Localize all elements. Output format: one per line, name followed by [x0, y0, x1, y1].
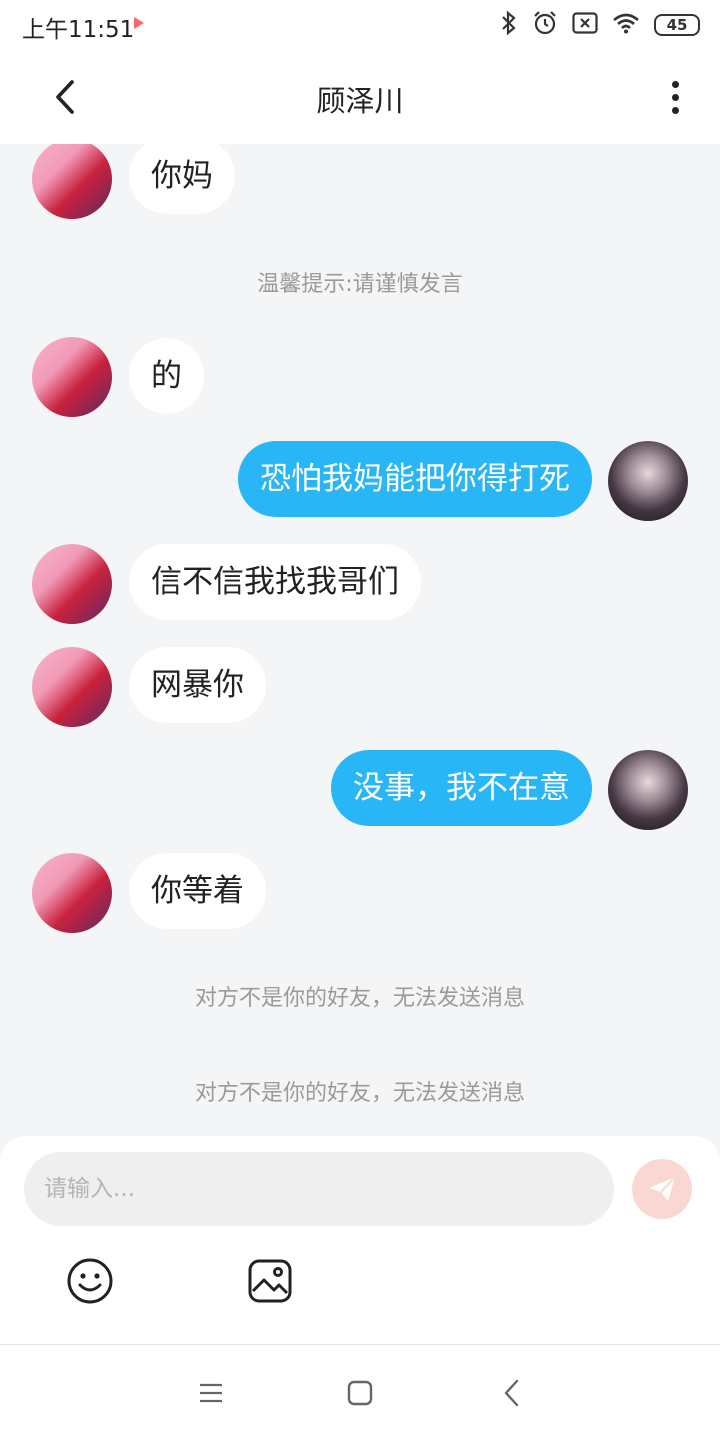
back-icon [504, 1379, 519, 1407]
image-button[interactable] [245, 1256, 295, 1306]
message-bubble-outgoing[interactable]: 恐怕我妈能把你得打死 [238, 441, 592, 517]
message-bubble-incoming[interactable]: 的 [129, 338, 204, 414]
more-options-button[interactable] [660, 72, 690, 122]
contact-avatar[interactable] [32, 853, 112, 933]
home-button[interactable] [342, 1375, 378, 1411]
system-notice: 温馨提示:请谨慎发言 [257, 272, 463, 297]
menu-button[interactable] [193, 1375, 229, 1411]
contact-avatar[interactable] [32, 544, 112, 624]
alarm-icon [532, 10, 558, 40]
menu-icon [200, 1383, 222, 1403]
emoji-button[interactable] [65, 1256, 115, 1306]
status-time: 上午11:51 [22, 17, 135, 43]
system-notice: 对方不是你的好友，无法发送消息 [194, 1081, 525, 1106]
battery-icon: 45 [654, 14, 700, 36]
home-icon [347, 1380, 373, 1406]
bluetooth-icon [500, 10, 518, 40]
paper-plane-icon [649, 1176, 676, 1201]
message-list[interactable]: 你妈 温馨提示:请谨慎发言 的 恐怕我妈能把你得打死 信不信我找我哥们 网暴你 … [0, 144, 720, 1136]
app-indicator-icon [134, 17, 144, 29]
message-composer [0, 1136, 720, 1344]
message-bubble-incoming[interactable]: 你妈 [129, 144, 235, 214]
no-sim-icon [572, 12, 598, 38]
more-vertical-icon [671, 80, 679, 88]
send-button[interactable] [632, 1159, 692, 1219]
message-input[interactable] [24, 1152, 614, 1226]
battery-level: 45 [666, 16, 688, 34]
nav-back-button[interactable] [494, 1375, 530, 1411]
message-bubble-incoming[interactable]: 网暴你 [129, 647, 266, 723]
system-nav-bar [0, 1344, 720, 1440]
message-bubble-incoming[interactable]: 信不信我找我哥们 [129, 544, 421, 620]
emoji-icon [67, 1258, 113, 1304]
contact-avatar[interactable] [32, 337, 112, 417]
wifi-icon [612, 12, 640, 38]
contact-avatar[interactable] [32, 647, 112, 727]
user-avatar[interactable] [608, 441, 688, 521]
system-notice: 对方不是你的好友，无法发送消息 [194, 986, 525, 1011]
user-avatar[interactable] [608, 750, 688, 830]
message-bubble-outgoing[interactable]: 没事，我不在意 [331, 750, 592, 826]
message-bubble-incoming[interactable]: 你等着 [129, 853, 266, 929]
page-title: 顾泽川 [316, 84, 404, 118]
status-bar: 上午11:51 45 [0, 0, 720, 50]
contact-avatar[interactable] [32, 144, 112, 219]
image-icon [248, 1259, 292, 1303]
chat-header: 顾泽川 [0, 50, 720, 144]
status-icons: 45 [500, 10, 700, 40]
